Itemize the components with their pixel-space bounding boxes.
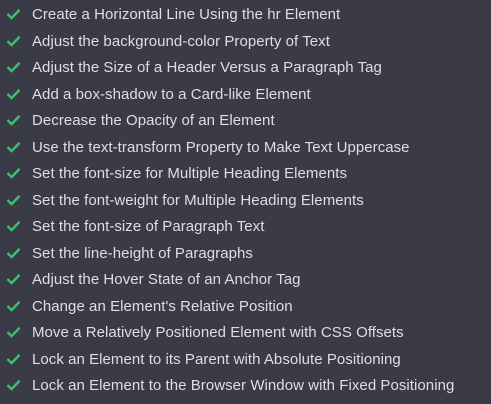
check-icon [6, 114, 20, 128]
check-icon [6, 299, 20, 313]
challenge-title: Decrease the Opacity of an Element [32, 112, 275, 130]
check-icon [6, 8, 20, 22]
check-icon [6, 379, 20, 393]
challenge-item-13[interactable]: Move a Relatively Positioned Element wit… [0, 320, 491, 347]
check-icon [6, 273, 20, 287]
challenge-item-12[interactable]: Change an Element's Relative Position [0, 293, 491, 320]
challenge-item-10[interactable]: Set the line-height of Paragraphs [0, 240, 491, 267]
challenge-title: Use the text-transform Property to Make … [32, 138, 410, 156]
challenge-title: Adjust the Size of a Header Versus a Par… [32, 59, 382, 77]
check-icon [6, 87, 20, 101]
check-icon [6, 193, 20, 207]
challenge-title: Add a box-shadow to a Card-like Element [32, 85, 311, 103]
challenge-item-7[interactable]: Set the font-size for Multiple Heading E… [0, 161, 491, 188]
challenge-title: Create a Horizontal Line Using the hr El… [32, 6, 341, 24]
check-icon [6, 34, 20, 48]
challenge-item-6[interactable]: Use the text-transform Property to Make … [0, 134, 491, 161]
challenge-item-11[interactable]: Adjust the Hover State of an Anchor Tag [0, 267, 491, 294]
challenge-item-15[interactable]: Lock an Element to the Browser Window wi… [0, 373, 491, 400]
check-icon [6, 140, 20, 154]
challenge-title: Set the font-weight for Multiple Heading… [32, 191, 364, 209]
challenge-list: Create a Horizontal Line Using the hr El… [0, 0, 491, 404]
challenge-title: Adjust the background-color Property of … [32, 32, 330, 50]
challenge-title: Set the font-size for Multiple Heading E… [32, 165, 348, 183]
check-icon [6, 326, 20, 340]
check-icon [6, 246, 20, 260]
challenge-item-4[interactable]: Add a box-shadow to a Card-like Element [0, 81, 491, 108]
challenge-item-14[interactable]: Lock an Element to its Parent with Absol… [0, 346, 491, 373]
challenge-title: Move a Relatively Positioned Element wit… [32, 324, 404, 342]
challenge-title: Change an Element's Relative Position [32, 297, 293, 315]
check-icon [6, 167, 20, 181]
check-icon [6, 220, 20, 234]
challenge-item-9[interactable]: Set the font-size of Paragraph Text [0, 214, 491, 241]
challenge-title: Lock an Element to its Parent with Absol… [32, 350, 401, 368]
challenge-item-1[interactable]: Create a Horizontal Line Using the hr El… [0, 2, 491, 29]
check-icon [6, 61, 20, 75]
challenge-title: Set the line-height of Paragraphs [32, 244, 253, 262]
challenge-item-3[interactable]: Adjust the Size of a Header Versus a Par… [0, 55, 491, 82]
challenge-title: Set the font-size of Paragraph Text [32, 218, 265, 236]
challenge-title: Lock an Element to the Browser Window wi… [32, 377, 455, 395]
challenge-item-5[interactable]: Decrease the Opacity of an Element [0, 108, 491, 135]
challenge-item-2[interactable]: Adjust the background-color Property of … [0, 28, 491, 55]
challenge-title: Adjust the Hover State of an Anchor Tag [32, 271, 301, 289]
challenge-item-8[interactable]: Set the font-weight for Multiple Heading… [0, 187, 491, 214]
check-icon [6, 352, 20, 366]
